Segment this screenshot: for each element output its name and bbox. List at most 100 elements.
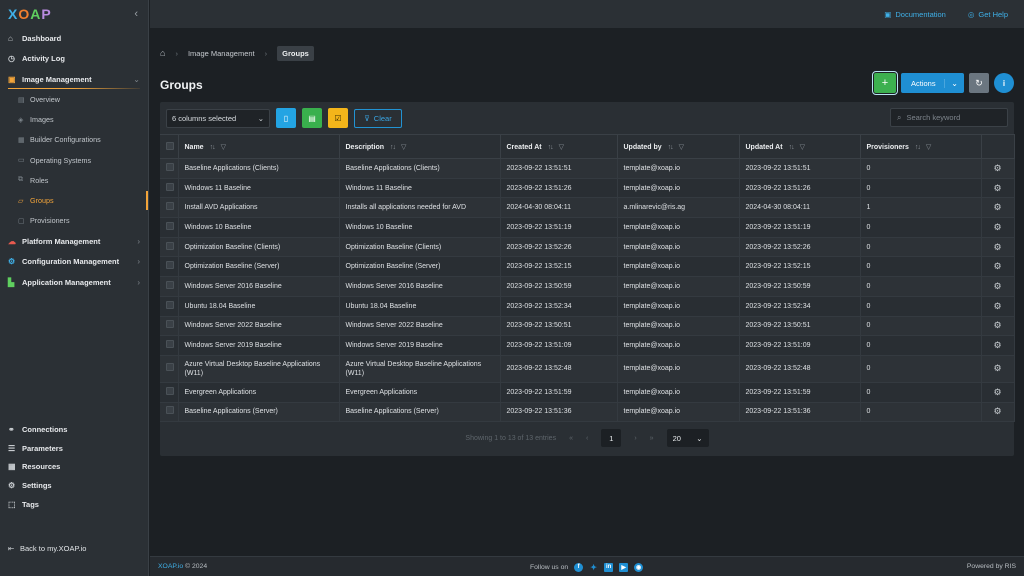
back-to-myxoap-link[interactable]: ⇤ Back to my.XOAP.io	[8, 544, 86, 553]
column-header-updated-by[interactable]: Updated by ↑↓ ▽	[617, 134, 740, 159]
table-row[interactable]: Windows Server 2016 Baseline Windows Serv…	[160, 276, 1015, 297]
sort-icon[interactable]: ↑↓	[210, 144, 216, 151]
table-row[interactable]: Install AVD Applications Installs all app…	[160, 197, 1015, 219]
export-excel-button[interactable]: ▤	[302, 108, 322, 128]
sort-icon[interactable]: ↑↓	[789, 144, 795, 151]
sidebar-item-resources[interactable]: ▦ Resources	[0, 458, 148, 477]
home-icon[interactable]: ⌂	[160, 48, 165, 58]
breadcrumb-image-management[interactable]: Image Management	[188, 49, 255, 58]
footer-brand-link[interactable]: XOAP.io	[158, 563, 183, 570]
sidebar-item-application-management[interactable]: ▙ Application Management ›	[0, 272, 148, 293]
gear-icon[interactable]: ⚙	[993, 301, 1001, 311]
gear-icon[interactable]: ⚙	[993, 387, 1001, 397]
column-header-updated-at[interactable]: Updated At ↑↓ ▽	[739, 134, 861, 159]
sidebar-item-images[interactable]: ◈ Images	[0, 110, 148, 130]
github-icon[interactable]: ◉	[634, 562, 644, 572]
sort-icon[interactable]: ↑↓	[390, 144, 396, 151]
row-checkbox[interactable]	[166, 261, 174, 270]
add-group-button[interactable]: +	[872, 71, 898, 95]
filter-icon[interactable]: ▽	[221, 144, 226, 151]
sidebar-item-groups[interactable]: ▱ Groups	[0, 190, 148, 210]
sidebar-item-tags[interactable]: ⬚ Tags	[0, 495, 148, 514]
sidebar-item-settings[interactable]: ⚙ Settings	[0, 476, 148, 495]
row-checkbox[interactable]	[166, 162, 174, 171]
current-page-button[interactable]: 1	[601, 429, 622, 447]
clear-filters-button[interactable]: ⊽ Clear	[354, 108, 402, 128]
table-row[interactable]: Evergreen Applications Evergreen Applicat…	[160, 382, 1015, 403]
row-checkbox[interactable]	[166, 280, 174, 289]
page-size-select[interactable]: 20 ⌄	[666, 429, 709, 447]
first-page-icon[interactable]: «	[569, 435, 573, 442]
row-checkbox[interactable]	[166, 221, 174, 230]
youtube-icon[interactable]: ▶	[619, 562, 629, 572]
gear-icon[interactable]: ⚙	[993, 406, 1001, 416]
row-checkbox[interactable]	[166, 320, 174, 329]
column-header-created-at[interactable]: Created At ↑↓ ▽	[500, 134, 618, 159]
export-file-button[interactable]: ▯	[276, 108, 296, 128]
table-row[interactable]: Baseline Applications (Server) Baseline A…	[160, 402, 1015, 423]
twitter-icon[interactable]: ✦	[589, 563, 598, 572]
sort-icon[interactable]: ↑↓	[915, 144, 921, 151]
row-checkbox[interactable]	[166, 182, 174, 191]
gear-icon[interactable]: ⚙	[993, 363, 1001, 373]
sidebar-item-image-management[interactable]: ▣ Image Management ⌄	[0, 69, 148, 90]
gear-icon[interactable]: ⚙	[993, 261, 1001, 271]
row-checkbox[interactable]	[166, 300, 174, 309]
column-header-provisioners[interactable]: Provisioners ↑↓ ▽	[860, 134, 982, 159]
table-row[interactable]: Windows Server 2019 Baseline Windows Serv…	[160, 335, 1015, 356]
select-all-checkbox[interactable]	[166, 141, 174, 150]
row-checkbox[interactable]	[166, 202, 174, 211]
select-button[interactable]: ☑	[328, 108, 348, 128]
row-checkbox[interactable]	[166, 386, 174, 395]
sidebar-item-roles[interactable]: ⧉ Roles	[0, 170, 148, 190]
row-checkbox[interactable]	[166, 340, 174, 349]
table-row[interactable]: Windows 11 Baseline Windows 11 Baseline 20…	[160, 178, 1015, 199]
sidebar-item-connections[interactable]: ⚭ Connections	[0, 420, 148, 439]
filter-icon[interactable]: ▽	[559, 144, 564, 151]
gear-icon[interactable]: ⚙	[993, 320, 1001, 330]
sidebar-item-platform-management[interactable]: ☁ Platform Management ›	[0, 231, 148, 252]
documentation-link[interactable]: ▣ Documentation	[884, 10, 946, 19]
info-button[interactable]: i	[994, 73, 1014, 93]
gear-icon[interactable]: ⚙	[993, 183, 1001, 193]
last-page-icon[interactable]: »	[650, 435, 654, 442]
xoap-logo[interactable]: XOAP	[8, 6, 52, 22]
table-row[interactable]: Ubuntu 18.04 Baseline Ubuntu 18.04 Baseli…	[160, 296, 1015, 317]
prev-page-icon[interactable]: ‹	[586, 435, 588, 442]
gear-icon[interactable]: ⚙	[993, 163, 1001, 173]
facebook-icon[interactable]: f	[574, 562, 584, 572]
table-row[interactable]: Optimization Baseline (Server) Optimizati…	[160, 256, 1015, 278]
gear-icon[interactable]: ⚙	[993, 340, 1001, 350]
sort-icon[interactable]: ↑↓	[548, 144, 554, 151]
reload-button[interactable]: ↻	[969, 73, 989, 93]
row-checkbox[interactable]	[166, 363, 174, 372]
table-row[interactable]: Optimization Baseline (Clients) Optimizat…	[160, 237, 1015, 258]
get-help-link[interactable]: ◎ Get Help	[968, 10, 1008, 19]
filter-icon[interactable]: ▽	[679, 144, 684, 151]
sidebar-item-provisioners[interactable]: ▢ Provisioners	[0, 211, 148, 231]
actions-dropdown[interactable]: Actions ⌄	[901, 73, 964, 93]
filter-icon[interactable]: ▽	[926, 144, 931, 151]
sidebar-item-parameters[interactable]: ☰ Parameters	[0, 439, 148, 458]
sidebar-item-configuration-management[interactable]: ⚙ Configuration Management ›	[0, 251, 148, 272]
sidebar-item-overview[interactable]: ▤ Overview	[0, 90, 148, 110]
table-row[interactable]: Windows Server 2022 Baseline Windows Serv…	[160, 316, 1015, 337]
column-selector[interactable]: 6 columns selected ⌄	[166, 108, 270, 128]
filter-icon[interactable]: ▽	[800, 144, 805, 151]
table-row[interactable]: Windows 10 Baseline Windows 10 Baseline 20…	[160, 217, 1015, 238]
sidebar-item-operating-systems[interactable]: ▭ Operating Systems	[0, 150, 148, 170]
row-checkbox[interactable]	[166, 241, 174, 250]
row-checkbox[interactable]	[166, 406, 174, 415]
gear-icon[interactable]: ⚙	[993, 222, 1001, 232]
sidebar-item-dashboard[interactable]: ⌂ Dashboard	[0, 28, 148, 49]
sidebar-item-activity-log[interactable]: ◷ Activity Log	[0, 49, 148, 70]
filter-icon[interactable]: ▽	[401, 144, 406, 151]
column-header-name[interactable]: Name ↑↓ ▽	[178, 134, 340, 159]
collapse-sidebar-icon[interactable]: ‹	[134, 8, 138, 20]
gear-icon[interactable]: ⚙	[993, 202, 1001, 212]
gear-icon[interactable]: ⚙	[993, 242, 1001, 252]
column-header-description[interactable]: Description ↑↓ ▽	[339, 134, 501, 159]
sidebar-item-builder-configurations[interactable]: ▦ Builder Configurations	[0, 130, 148, 150]
sort-icon[interactable]: ↑↓	[668, 144, 674, 151]
search-input[interactable]	[906, 113, 997, 122]
